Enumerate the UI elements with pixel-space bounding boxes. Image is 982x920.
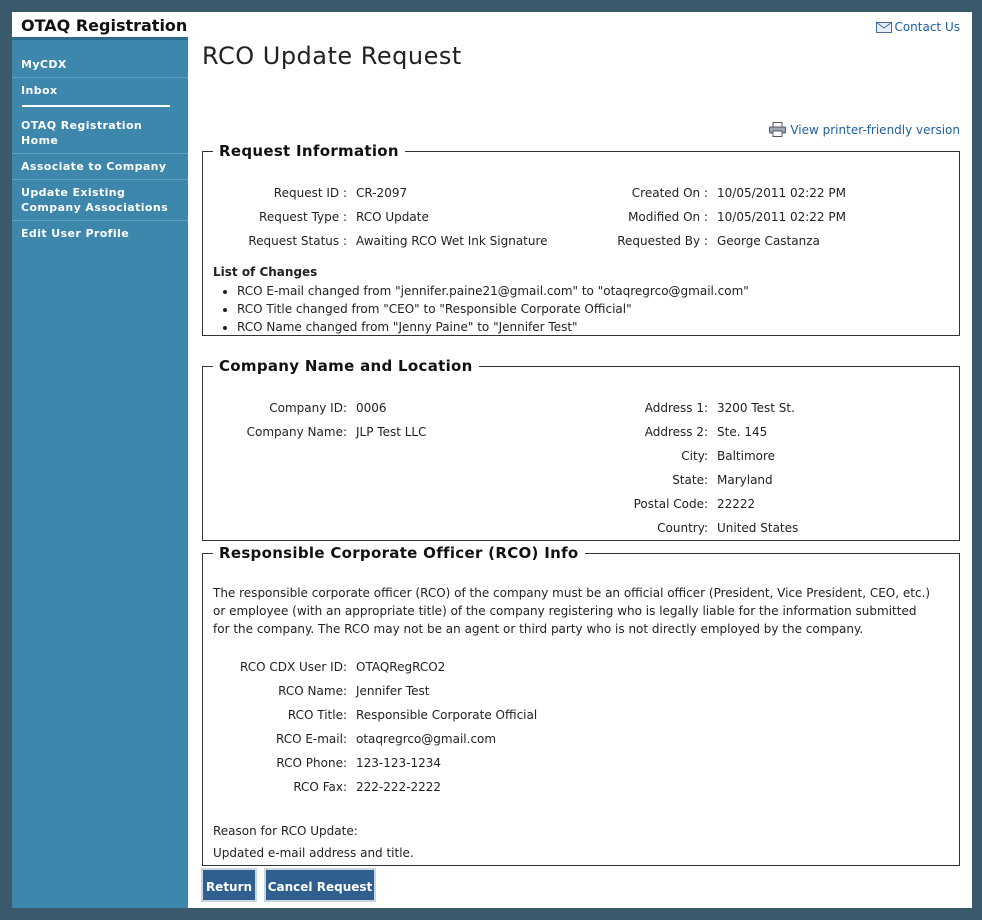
created-on-label: Created On : — [631, 186, 708, 200]
printer-friendly-link[interactable]: View printer-friendly version — [769, 122, 960, 137]
rco-name-label: RCO Name: — [278, 684, 347, 698]
sidebar-item-mycdx[interactable]: MyCDX — [12, 52, 188, 78]
company-id-label: Company ID: — [269, 401, 347, 415]
modified-on-label: Modified On : — [628, 210, 708, 224]
request-status-label: Request Status : — [248, 234, 347, 248]
rco-reason-value: Updated e-mail address and title. — [213, 846, 414, 860]
address2-value: Ste. 145 — [717, 425, 768, 439]
state-value: Maryland — [717, 473, 773, 487]
rco-title-label: RCO Title: — [287, 708, 347, 722]
created-on-value: 10/05/2011 02:22 PM — [717, 186, 846, 200]
envelope-icon — [876, 22, 893, 33]
request-type-label: Request Type : — [259, 210, 347, 224]
request-information-legend: Request Information — [219, 142, 399, 160]
printer-icon — [769, 122, 787, 137]
postal-code-value: 22222 — [717, 497, 756, 511]
sidebar-divider — [22, 105, 170, 107]
request-type-value: RCO Update — [356, 210, 429, 224]
app-title: OTAQ Registration — [12, 12, 188, 40]
requested-by-label: Requested By : — [617, 234, 708, 248]
company-name-value: JLP Test LLC — [356, 425, 427, 439]
country-label: Country: — [657, 521, 708, 535]
rco-email-label: RCO E-mail: — [275, 732, 347, 746]
rco-fax-label: RCO Fax: — [293, 780, 347, 794]
request-id-label: Request ID : — [273, 186, 347, 200]
printer-friendly-label: View printer-friendly version — [790, 123, 960, 137]
rco-email-value: otaqregrco@gmail.com — [356, 732, 497, 746]
rco-fax-value: 222-222-2222 — [356, 780, 442, 794]
sidebar-item-associate-company[interactable]: Associate to Company — [12, 154, 188, 180]
postal-code-label: Postal Code: — [633, 497, 708, 511]
list-item: RCO Title changed from "CEO" to "Respons… — [237, 300, 749, 318]
contact-us-label: Contact Us — [894, 20, 960, 34]
modified-on-value: 10/05/2011 02:22 PM — [717, 210, 846, 224]
rco-phone-value: 123-123-1234 — [356, 756, 442, 770]
company-section: Company Name and Location Company ID: 00… — [202, 357, 960, 541]
sidebar-item-update-associations[interactable]: Update Existing Company Associations — [12, 180, 188, 221]
request-id-value: CR-2097 — [356, 186, 408, 200]
state-label: State: — [672, 473, 708, 487]
list-of-changes: RCO E-mail changed from "jennifer.paine2… — [213, 282, 749, 336]
list-of-changes-title: List of Changes — [213, 265, 318, 279]
country-value: United States — [717, 521, 799, 535]
sidebar-nav: MyCDX Inbox OTAQ Registration Home Assoc… — [12, 52, 188, 246]
address1-label: Address 1: — [644, 401, 708, 415]
company-name-label: Company Name: — [246, 425, 347, 439]
company-id-value: 0006 — [356, 401, 387, 415]
contact-us-link[interactable]: Contact Us — [876, 20, 960, 34]
list-item: RCO Name changed from "Jenny Paine" to "… — [237, 318, 749, 336]
sidebar: OTAQ Registration MyCDX Inbox OTAQ Regis… — [12, 12, 188, 908]
sidebar-item-otaq-home[interactable]: OTAQ Registration Home — [12, 113, 188, 154]
rco-phone-label: RCO Phone: — [276, 756, 347, 770]
company-legend: Company Name and Location — [219, 357, 473, 375]
list-item: RCO E-mail changed from "jennifer.paine2… — [237, 282, 749, 300]
return-button[interactable]: Return — [201, 868, 257, 902]
rco-userid-value: OTAQRegRCO2 — [356, 660, 446, 674]
rco-userid-label: RCO CDX User ID: — [239, 660, 347, 674]
request-information-section: Request Information Request ID : CR-2097… — [202, 142, 960, 336]
sidebar-item-edit-profile[interactable]: Edit User Profile — [12, 221, 188, 246]
requested-by-value: George Castanza — [717, 234, 820, 248]
address2-label: Address 2: — [644, 425, 708, 439]
address1-value: 3200 Test St. — [717, 401, 795, 415]
sidebar-item-inbox[interactable]: Inbox — [12, 78, 188, 103]
cancel-request-button[interactable]: Cancel Request — [264, 868, 376, 902]
rco-info-legend: Responsible Corporate Officer (RCO) Info — [219, 544, 579, 562]
city-value: Baltimore — [717, 449, 776, 463]
app-frame: OTAQ Registration MyCDX Inbox OTAQ Regis… — [12, 12, 972, 908]
rco-name-value: Jennifer Test — [356, 684, 430, 698]
city-label: City: — [681, 449, 708, 463]
rco-reason-label: Reason for RCO Update: — [213, 824, 358, 838]
page-title: RCO Update Request — [202, 42, 462, 70]
rco-title-value: Responsible Corporate Official — [356, 708, 538, 722]
request-status-value: Awaiting RCO Wet Ink Signature — [356, 234, 548, 248]
rco-description: The responsible corporate officer (RCO) … — [213, 586, 931, 636]
rco-info-section: Responsible Corporate Officer (RCO) Info… — [202, 544, 960, 866]
